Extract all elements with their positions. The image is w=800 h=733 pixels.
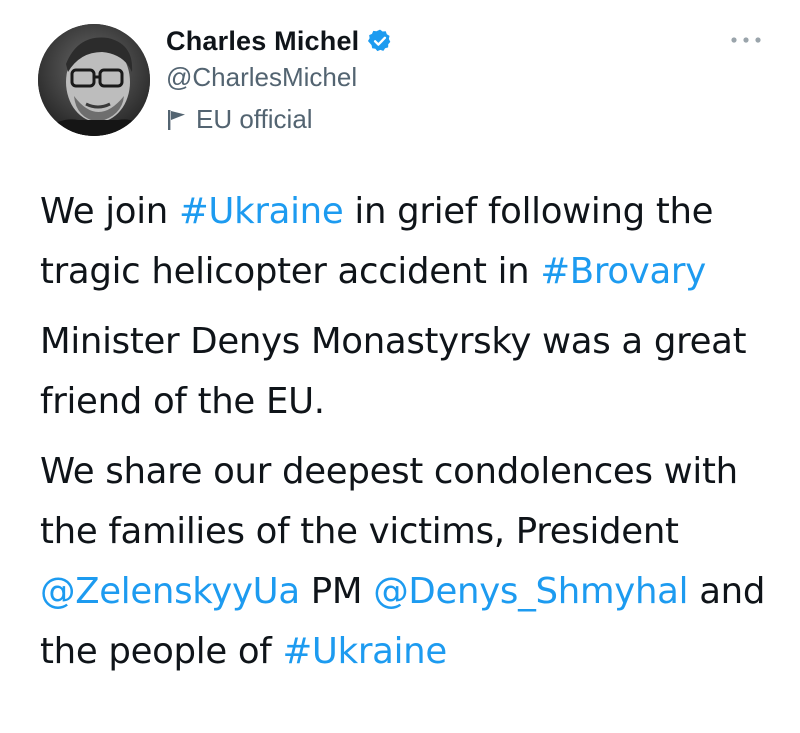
text-segment: PM: [299, 571, 374, 612]
tweet-paragraph-1: We join #Ukraine in grief following the …: [40, 182, 770, 302]
author-name-row: Charles Michel: [166, 20, 393, 62]
tweet-card: Charles Michel @CharlesMichel EU officia…: [0, 0, 800, 733]
affiliation-text: EU official: [196, 104, 313, 134]
text-segment: We share our deepest condolences with th…: [40, 451, 738, 552]
avatar[interactable]: [38, 24, 150, 136]
text-segment: Minister Denys Monastyrsky was a great f…: [40, 321, 747, 422]
mention-link[interactable]: @ZelenskyyUa: [40, 571, 300, 612]
affiliation-label: EU official: [166, 104, 313, 135]
tweet-paragraph-3: We share our deepest condolences with th…: [40, 442, 770, 682]
hashtag-link[interactable]: #Ukraine: [179, 191, 344, 232]
text-segment: We join: [40, 191, 179, 232]
mention-link[interactable]: @Denys_Shmyhal: [373, 571, 688, 612]
flag-icon: [166, 108, 188, 132]
verified-badge-icon: [367, 28, 393, 54]
tweet-paragraph-2: Minister Denys Monastyrsky was a great f…: [40, 312, 770, 432]
hashtag-link[interactable]: #Brovary: [540, 251, 706, 292]
hashtag-link[interactable]: #Ukraine: [282, 631, 447, 672]
tweet-text: We join #Ukraine in grief following the …: [40, 182, 770, 692]
author-handle[interactable]: @CharlesMichel: [166, 62, 357, 93]
author-display-name[interactable]: Charles Michel: [166, 26, 359, 57]
more-horizontal-icon[interactable]: [726, 30, 766, 50]
